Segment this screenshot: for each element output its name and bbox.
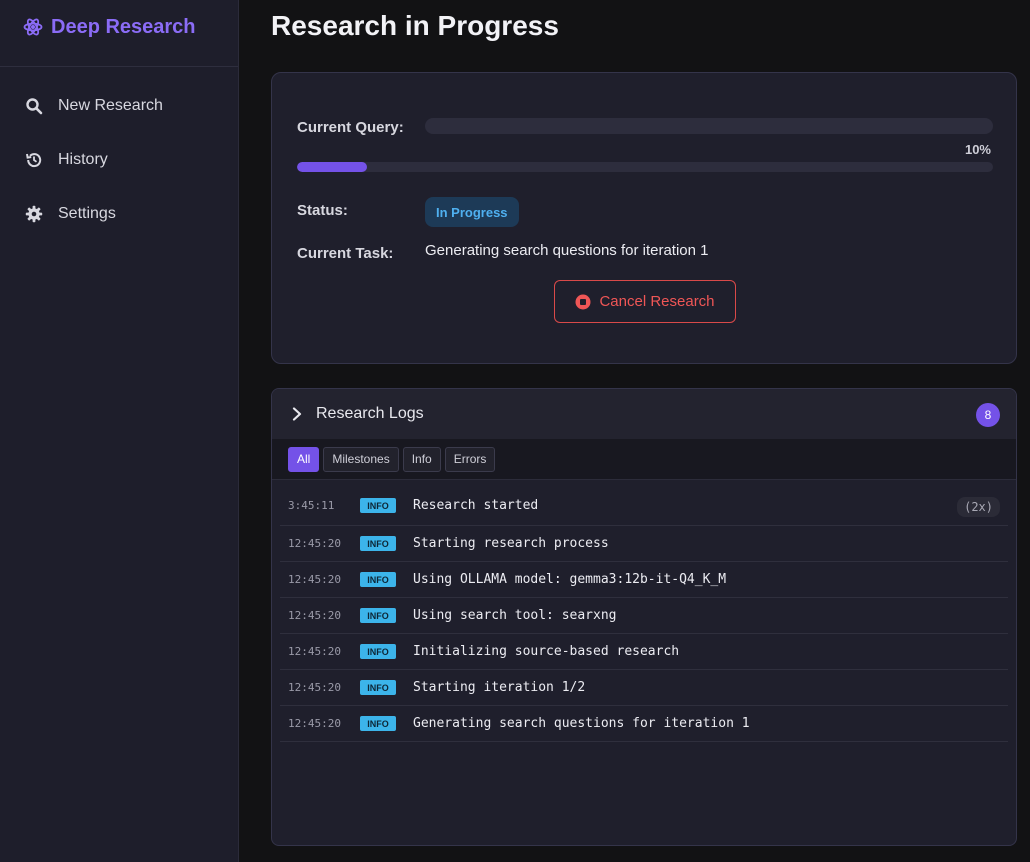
page-title: Research in Progress: [271, 10, 559, 41]
log-level-badge: INFO: [360, 498, 396, 513]
log-level-badge: INFO: [360, 716, 396, 731]
log-filter-bar: All Milestones Info Errors: [272, 439, 1016, 480]
gear-icon: [25, 205, 43, 223]
search-icon: [25, 97, 43, 115]
log-message: Generating search questions for iteratio…: [413, 716, 750, 731]
stop-circle-icon: [575, 294, 591, 310]
log-list: 3:45:11 INFO Research started (2x) 12:45…: [272, 480, 1016, 742]
log-time: 12:45:20: [288, 717, 341, 730]
log-repeat-count: (2x): [957, 497, 1000, 517]
sidebar-item-label: New Research: [58, 97, 163, 114]
log-message: Using OLLAMA model: gemma3:12b-it-Q4_K_M: [413, 572, 727, 587]
atom-icon: [23, 17, 43, 37]
filter-errors-button[interactable]: Errors: [444, 446, 496, 472]
task-label: Current Task:: [297, 245, 394, 262]
brand[interactable]: Deep Research: [0, 0, 238, 67]
log-entry: 12:45:20 INFO Generating search question…: [280, 706, 1008, 742]
log-level-badge: INFO: [360, 572, 396, 587]
status-badge: In Progress: [425, 197, 519, 227]
log-time: 12:45:20: [288, 609, 341, 622]
log-entry: 12:45:20 INFO Starting iteration 1/2: [280, 670, 1008, 706]
logs-title: Research Logs: [316, 405, 424, 422]
brand-title: Deep Research: [51, 15, 196, 38]
sidebar-nav: New Research History Settings: [0, 79, 238, 241]
progress-card: Current Query: 10% Status: In Progress C…: [271, 72, 1017, 364]
main-content: Research in Progress Current Query: 10% …: [239, 0, 1030, 862]
log-entry: 12:45:20 INFO Using search tool: searxng: [280, 598, 1008, 634]
log-message: Starting research process: [413, 536, 609, 551]
sidebar-item-history[interactable]: History: [0, 133, 238, 187]
sidebar: Deep Research New Research History Setti…: [0, 0, 239, 862]
log-time: 12:45:20: [288, 573, 341, 586]
log-time: 12:45:20: [288, 681, 341, 694]
log-time: 3:45:11: [288, 499, 335, 512]
research-logs-panel: Research Logs 8 All Milestones Info Erro…: [271, 388, 1017, 846]
log-entry: 12:45:20 INFO Using OLLAMA model: gemma3…: [280, 562, 1008, 598]
log-count-badge: 8: [976, 403, 1000, 427]
filter-info-button[interactable]: Info: [402, 446, 441, 472]
logs-header-toggle[interactable]: Research Logs 8: [272, 389, 1016, 439]
log-time: 12:45:20: [288, 537, 341, 550]
log-level-badge: INFO: [360, 536, 396, 551]
log-level-badge: INFO: [360, 644, 396, 659]
sidebar-item-label: History: [58, 151, 108, 168]
sidebar-item-label: Settings: [58, 205, 116, 222]
log-message: Starting iteration 1/2: [413, 680, 586, 695]
progress-bar: [297, 162, 993, 172]
current-query-value: [425, 118, 993, 134]
log-level-badge: INFO: [360, 608, 396, 623]
progress-percent: 10%: [964, 142, 991, 157]
cancel-research-label: Cancel Research: [599, 293, 715, 310]
log-time: 12:45:20: [288, 645, 341, 658]
log-entry: 12:45:20 INFO Initializing source-based …: [280, 634, 1008, 670]
log-message: Initializing source-based research: [413, 644, 680, 659]
log-entry: 3:45:11 INFO Research started (2x): [280, 486, 1008, 526]
log-message: Research started: [413, 498, 539, 513]
progress-fill: [297, 162, 367, 172]
history-icon: [25, 151, 43, 169]
status-label: Status:: [297, 202, 348, 219]
cancel-research-button[interactable]: Cancel Research: [554, 280, 736, 323]
current-task-value: Generating search questions for iteratio…: [425, 242, 709, 259]
log-message: Using search tool: searxng: [413, 608, 617, 623]
log-level-badge: INFO: [360, 680, 396, 695]
sidebar-item-settings[interactable]: Settings: [0, 187, 238, 241]
log-entry: 12:45:20 INFO Starting research process: [280, 526, 1008, 562]
sidebar-item-new-research[interactable]: New Research: [0, 79, 238, 133]
filter-all-button[interactable]: All: [288, 446, 320, 472]
filter-milestones-button[interactable]: Milestones: [323, 446, 399, 472]
query-label: Current Query:: [297, 119, 404, 136]
chevron-right-icon: [290, 407, 304, 421]
